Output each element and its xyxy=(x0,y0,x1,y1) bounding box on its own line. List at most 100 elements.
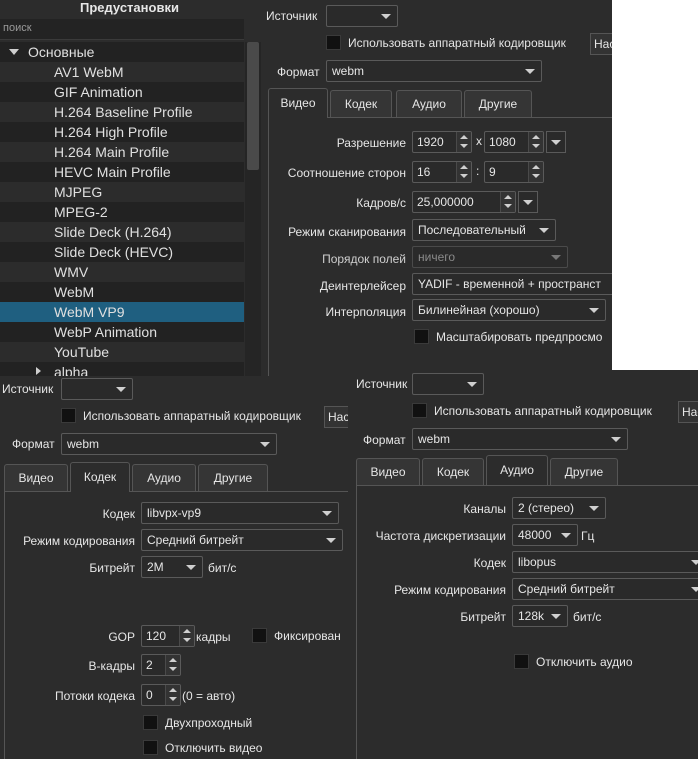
preset-item[interactable]: GIF Animation xyxy=(0,82,244,102)
codec-select[interactable]: libvpx-vp9 xyxy=(141,502,339,524)
spin-updown-icon[interactable] xyxy=(456,132,471,152)
preset-group-alpha[interactable]: alpha xyxy=(0,362,244,376)
preset-item[interactable]: MPEG-2 xyxy=(0,202,244,222)
tab-other[interactable]: Другие xyxy=(550,458,618,485)
preset-item[interactable]: Slide Deck (HEVC) xyxy=(0,242,244,262)
tab-codec[interactable]: Кодек xyxy=(422,458,484,485)
preset-item[interactable]: AV1 WebM xyxy=(0,62,244,82)
disable-audio-checkbox[interactable] xyxy=(514,654,529,669)
preset-item[interactable]: YouTube xyxy=(0,342,244,362)
gop-fixed-checkbox[interactable] xyxy=(252,628,267,643)
tab-other-label: Другие xyxy=(564,465,604,479)
preset-item-label: AV1 WebM xyxy=(54,64,124,80)
tab-other[interactable]: Другие xyxy=(464,90,532,117)
tab-video[interactable]: Видео xyxy=(4,464,68,491)
preset-item-label: HEVC Main Profile xyxy=(54,164,171,180)
hw-configure-button[interactable]: Нас xyxy=(590,33,612,55)
sample-rate-select[interactable]: 48000 xyxy=(512,524,578,546)
search-placeholder: поиск xyxy=(3,22,32,34)
preset-search-input[interactable]: поиск xyxy=(0,19,244,40)
codec-select[interactable]: libopus xyxy=(512,551,698,573)
aspect-width-spinbox[interactable]: 16 xyxy=(412,161,472,183)
tab-video-label: Видео xyxy=(18,471,54,485)
tab-other-label: Другие xyxy=(213,471,253,485)
preset-item[interactable]: Slide Deck (H.264) xyxy=(0,222,244,242)
spin-updown-icon[interactable] xyxy=(165,685,180,705)
fps-spinbox[interactable]: 25,000000 xyxy=(412,191,516,213)
rate-mode-select[interactable]: Средний битрейт xyxy=(141,529,343,551)
bitrate-select[interactable]: 128k xyxy=(512,605,568,627)
spin-updown-icon[interactable] xyxy=(528,162,543,182)
scrollbar-thumb[interactable] xyxy=(247,42,259,170)
spin-updown-icon[interactable] xyxy=(179,626,194,646)
preset-item[interactable]: WebM VP9 xyxy=(0,302,244,322)
channels-label: Каналы xyxy=(463,502,506,516)
spin-updown-icon[interactable] xyxy=(165,655,180,675)
preset-item[interactable]: HEVC Main Profile xyxy=(0,162,244,182)
preset-item[interactable]: H.264 Main Profile xyxy=(0,142,244,162)
format-label: Формат xyxy=(12,437,55,451)
preset-scrollbar[interactable] xyxy=(245,42,261,376)
scan-mode-label: Режим сканирования xyxy=(288,225,406,239)
source-select[interactable] xyxy=(412,373,484,395)
aspect-height-spinbox[interactable]: 9 xyxy=(484,161,544,183)
preset-item[interactable]: WMV xyxy=(0,262,244,282)
bframes-spinbox[interactable]: 2 xyxy=(141,654,181,676)
field-order-select[interactable]: ничего xyxy=(412,246,568,268)
interpolation-select[interactable]: Билинейная (хорошо) xyxy=(412,299,606,321)
spin-updown-icon[interactable] xyxy=(500,192,515,212)
tab-other[interactable]: Другие xyxy=(198,464,268,491)
resolution-height-spinbox[interactable]: 1080 xyxy=(484,131,544,153)
source-select[interactable] xyxy=(326,5,398,27)
spin-updown-icon[interactable] xyxy=(528,132,543,152)
tab-audio[interactable]: Аудио xyxy=(486,455,548,485)
channels-value: 2 (стерео) xyxy=(518,501,575,515)
channels-select[interactable]: 2 (стерео) xyxy=(512,497,606,519)
tab-codec[interactable]: Кодек xyxy=(330,90,392,117)
disable-video-checkbox[interactable] xyxy=(143,740,158,755)
source-select[interactable] xyxy=(61,378,133,400)
gop-spinbox[interactable]: 120 xyxy=(141,625,195,647)
preset-item-label: YouTube xyxy=(54,344,110,360)
tab-codec-label: Кодек xyxy=(436,465,470,479)
rate-mode-select[interactable]: Средний битрейт xyxy=(512,578,698,600)
hw-encoder-checkbox[interactable] xyxy=(326,35,341,50)
tab-audio[interactable]: Аудио xyxy=(396,90,462,117)
scan-mode-select[interactable]: Последовательный xyxy=(412,219,556,241)
preset-group-main[interactable]: Основные xyxy=(0,42,244,62)
preset-item[interactable]: MJPEG xyxy=(0,182,244,202)
threads-value: 0 xyxy=(146,688,153,702)
format-label: Формат xyxy=(363,433,406,447)
spin-updown-icon[interactable] xyxy=(456,162,471,182)
chevron-down-icon xyxy=(539,228,549,233)
sample-rate-unit: Гц xyxy=(581,529,595,543)
resolution-preset-dropdown[interactable] xyxy=(546,131,566,153)
preset-item[interactable]: H.264 High Profile xyxy=(0,122,244,142)
expand-arrow-icon[interactable] xyxy=(36,367,41,375)
format-select[interactable]: webm xyxy=(326,60,542,82)
tab-video[interactable]: Видео xyxy=(268,88,328,118)
fps-preset-dropdown[interactable] xyxy=(518,191,538,213)
codec-label: Кодек xyxy=(102,507,135,521)
tab-codec[interactable]: Кодек xyxy=(70,462,130,492)
chevron-down-icon xyxy=(116,387,126,392)
preset-item[interactable]: WebP Animation xyxy=(0,322,244,342)
threads-spinbox[interactable]: 0 xyxy=(141,684,181,706)
format-select[interactable]: webm xyxy=(412,428,628,450)
bitrate-select[interactable]: 2M xyxy=(141,556,203,578)
format-select[interactable]: webm xyxy=(61,433,277,455)
preset-item[interactable]: H.264 Baseline Profile xyxy=(0,102,244,122)
resolution-width-spinbox[interactable]: 1920 xyxy=(412,131,472,153)
tab-video[interactable]: Видео xyxy=(356,458,420,485)
scale-preview-checkbox[interactable] xyxy=(414,329,429,344)
tab-audio[interactable]: Аудио xyxy=(132,464,196,491)
expand-arrow-icon[interactable] xyxy=(9,49,19,55)
preset-item[interactable]: WebM xyxy=(0,282,244,302)
hw-configure-button[interactable]: Нас xyxy=(324,406,348,428)
hw-configure-button[interactable]: Нас xyxy=(678,401,698,423)
rate-mode-label: Режим кодирования xyxy=(23,534,135,548)
hw-encoder-checkbox[interactable] xyxy=(412,403,427,418)
deinterlacer-select[interactable]: YADIF - временной + пространст xyxy=(412,273,612,295)
two-pass-checkbox[interactable] xyxy=(143,715,158,730)
hw-encoder-checkbox[interactable] xyxy=(61,408,76,423)
